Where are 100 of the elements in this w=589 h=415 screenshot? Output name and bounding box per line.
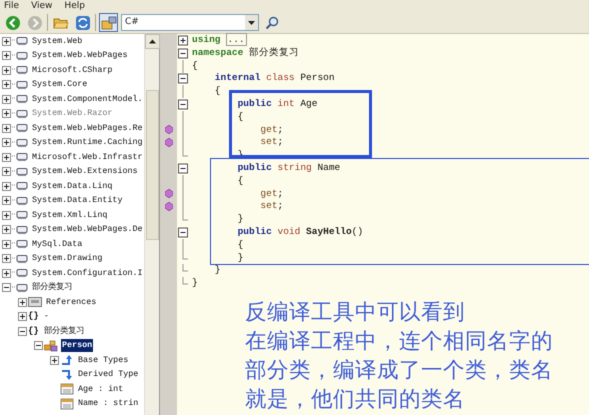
- code-token: Person: [299, 72, 335, 84]
- code-token: void: [276, 226, 300, 237]
- expand-icon[interactable]: [50, 356, 59, 365]
- assembly-icon: [12, 108, 28, 120]
- code-token: SayHello: [305, 226, 352, 237]
- tree-item[interactable]: System.Xml.Linq: [31, 208, 108, 222]
- folder-icon: [28, 296, 42, 308]
- refresh-button[interactable]: [73, 13, 92, 32]
- assembly-icon: [12, 64, 28, 76]
- assembly-icon: [12, 267, 28, 280]
- tree-item[interactable]: System.Web.WebPages.Re: [31, 122, 144, 135]
- expand-icon[interactable]: [2, 210, 11, 220]
- annotation-text: 反编译工具中可以看到: [245, 299, 466, 327]
- property-icon: [60, 398, 74, 410]
- namespace-icon: {}: [28, 324, 39, 338]
- tree-item[interactable]: System.Web.WebPages.De: [31, 223, 144, 236]
- tree-item[interactable]: References: [45, 296, 98, 309]
- menu-item[interactable]: View: [31, 0, 52, 12]
- code-token: get: [259, 188, 278, 199]
- back-button[interactable]: [3, 13, 22, 32]
- expand-icon[interactable]: [177, 34, 189, 47]
- collapsed-code-button[interactable]: ...: [226, 33, 247, 46]
- code-token: ;: [278, 188, 284, 199]
- tree-item[interactable]: System.Web: [31, 34, 84, 48]
- scrollbar[interactable]: [144, 34, 159, 415]
- annotation-text: 在编译工程中，连个相同名字的: [245, 328, 553, 356]
- tree-item[interactable]: Derived Type: [77, 368, 140, 382]
- tree-item[interactable]: Name : strin: [77, 397, 140, 410]
- tree-item[interactable]: Microsoft.CSharp: [31, 64, 114, 77]
- tree-item[interactable]: System.Web.WebPages: [31, 49, 128, 62]
- arrow-down-icon: [60, 368, 74, 381]
- toggle-button[interactable]: [99, 13, 118, 32]
- tree-item[interactable]: System.Data.Entity: [31, 194, 124, 208]
- expand-icon[interactable]: [2, 124, 11, 133]
- namespace-icon: {}: [28, 310, 39, 324]
- scrollbar-thumb[interactable]: [146, 90, 159, 240]
- expand-icon[interactable]: [2, 167, 11, 176]
- code-token: internal: [214, 72, 260, 84]
- tree-item[interactable]: System.Core: [31, 78, 88, 92]
- code-token: ;: [278, 136, 284, 148]
- expand-icon[interactable]: [2, 51, 11, 60]
- code-token: (): [352, 226, 364, 237]
- assembly-icon: [12, 166, 28, 178]
- tree-item[interactable]: Base Types: [77, 354, 130, 367]
- code-token: {: [236, 238, 244, 250]
- expand-icon[interactable]: [2, 152, 11, 162]
- assembly-icon: [12, 194, 28, 207]
- collapse-icon[interactable]: [177, 226, 189, 239]
- code-token: public: [236, 226, 272, 237]
- menu-item[interactable]: Help: [64, 0, 85, 12]
- expand-icon[interactable]: [2, 225, 11, 234]
- tree-item[interactable]: -: [42, 310, 50, 324]
- code-token: }: [236, 252, 244, 263]
- collapse-icon[interactable]: [177, 72, 189, 86]
- language-dropdown[interactable]: C#: [121, 14, 259, 31]
- expand-icon[interactable]: [2, 66, 11, 75]
- code-token: }: [236, 213, 244, 224]
- scroll-up-icon[interactable]: [145, 34, 160, 49]
- expand-icon[interactable]: [2, 254, 11, 264]
- expand-icon[interactable]: [2, 138, 11, 148]
- property-icon: [60, 383, 74, 396]
- assembly-icon: [12, 282, 28, 294]
- tree-item[interactable]: System.Data.Linq: [31, 180, 114, 193]
- tree-item[interactable]: MySql.Data: [31, 238, 84, 251]
- tree-item[interactable]: Microsoft.Web.Infrastr: [31, 150, 144, 164]
- expand-icon[interactable]: [2, 94, 11, 104]
- expand-icon[interactable]: [18, 298, 27, 307]
- collapse-icon[interactable]: [177, 98, 189, 111]
- collapse-icon[interactable]: [2, 283, 11, 292]
- code-token: }: [214, 264, 221, 276]
- assembly-icon: [12, 238, 28, 250]
- code-token: ;: [278, 200, 284, 212]
- collapse-icon[interactable]: [177, 46, 189, 60]
- tree-item[interactable]: System.Runtime.Caching: [31, 136, 144, 150]
- expand-icon[interactable]: [2, 268, 11, 278]
- expand-icon[interactable]: [2, 182, 11, 191]
- code-token: ;: [278, 124, 284, 135]
- collapse-icon[interactable]: [34, 341, 43, 350]
- expand-icon[interactable]: [2, 240, 11, 249]
- expand-icon[interactable]: [2, 80, 11, 90]
- code-token: 部分类复习: [248, 46, 300, 58]
- code-token: Name: [316, 162, 340, 173]
- expand-icon[interactable]: [2, 196, 11, 206]
- tree-item[interactable]: 部分类复习: [31, 281, 73, 294]
- tree-item[interactable]: 部分类复习: [42, 324, 85, 338]
- tree-item[interactable]: System.Configuration.I: [31, 266, 144, 280]
- tree-item[interactable]: Person: [61, 339, 94, 352]
- collapse-icon[interactable]: [177, 162, 189, 175]
- code-token: string: [276, 162, 312, 173]
- collapse-icon[interactable]: [18, 326, 27, 336]
- code-token: using: [192, 34, 221, 45]
- expand-icon[interactable]: [18, 312, 27, 322]
- tree-item[interactable]: System.Web.Extensions: [31, 165, 139, 178]
- code-token: class: [265, 72, 295, 84]
- tree-item[interactable]: Age : int: [77, 382, 124, 396]
- tree-item[interactable]: System.Drawing: [31, 252, 104, 266]
- tree-item[interactable]: System.ComponentModel.: [31, 92, 144, 106]
- code-token: set: [259, 200, 278, 212]
- expand-icon[interactable]: [2, 36, 11, 46]
- menu-item[interactable]: File: [4, 0, 20, 12]
